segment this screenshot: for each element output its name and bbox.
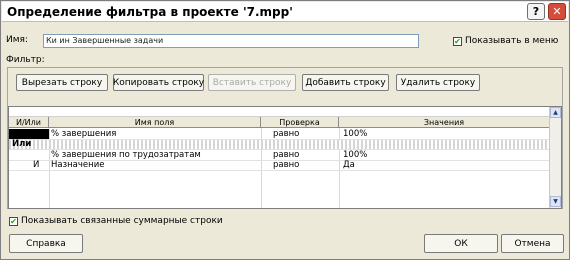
row-4-field[interactable]: Назначение (49, 160, 104, 170)
paste-row-button[interactable]: Вставить строку (208, 74, 296, 91)
help-title-button[interactable]: ? (527, 3, 545, 20)
scroll-down-icon[interactable]: ▼ (550, 196, 561, 207)
selected-cell[interactable] (9, 129, 49, 139)
row-4-value[interactable]: Да (341, 160, 355, 170)
filter-criteria-grid[interactable]: И/Или Имя поля Проверка Значения % завер… (8, 106, 562, 209)
delete-row-button[interactable]: Удалить строку (396, 74, 480, 91)
filter-definition-dialog: Определение фильтра в проекте '7.mpp' ? … (0, 0, 570, 260)
row-2-andor[interactable]: Или (10, 139, 31, 149)
row-3-field[interactable]: % завершения по трудозатратам (49, 150, 201, 160)
name-label: Имя: (6, 35, 28, 45)
name-input[interactable]: Ки ин Завершенные задачи (43, 34, 419, 48)
help-button[interactable]: Справка (9, 234, 83, 253)
row-4-andor[interactable]: И (31, 160, 39, 170)
close-button[interactable]: ✕ (548, 3, 566, 20)
add-row-button[interactable]: Добавить строку (302, 74, 389, 91)
header-field-name: Имя поля (49, 117, 261, 128)
row-1-test[interactable]: равно (271, 129, 299, 139)
copy-row-button[interactable]: Копировать строку (113, 74, 204, 91)
row-4-test[interactable]: равно (271, 160, 299, 170)
filter-label: Фильтр: (6, 55, 45, 65)
cancel-button[interactable]: Отмена (501, 234, 564, 253)
cut-row-button[interactable]: Вырезать строку (16, 74, 108, 91)
window-title: Определение фильтра в проекте '7.mpp' (7, 5, 293, 19)
title-bar: Определение фильтра в проекте '7.mpp' ? … (2, 2, 568, 22)
header-value: Значения (339, 117, 550, 128)
row-1-field[interactable]: % завершения (49, 129, 116, 139)
show-summary-checkbox[interactable]: ✔ (9, 217, 18, 226)
header-test: Проверка (261, 117, 339, 128)
cell-edit-bar[interactable] (9, 107, 550, 117)
show-summary-label: Показывать связанные суммарные строки (21, 216, 223, 226)
check-icon: ✔ (10, 216, 17, 226)
scroll-up-icon[interactable]: ▲ (550, 107, 561, 118)
check-icon: ✔ (454, 36, 461, 46)
vertical-scrollbar[interactable]: ▲ ▼ (549, 107, 561, 208)
row-3-value[interactable]: 100% (341, 150, 367, 160)
header-and-or: И/Или (9, 117, 49, 128)
show-in-menu-label: Показывать в меню (465, 36, 559, 46)
row-1-value[interactable]: 100% (341, 129, 367, 139)
ok-button[interactable]: ОК (424, 234, 498, 253)
row-3-test[interactable]: равно (271, 150, 299, 160)
show-in-menu-checkbox[interactable]: ✔ (453, 37, 462, 46)
table-row-separator (9, 139, 550, 149)
